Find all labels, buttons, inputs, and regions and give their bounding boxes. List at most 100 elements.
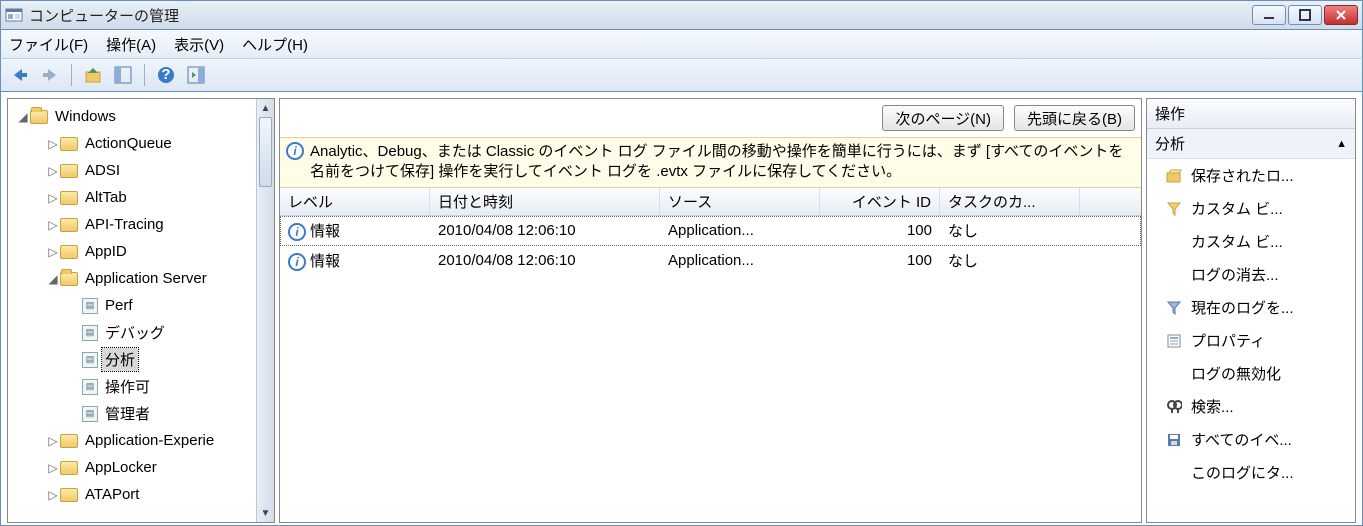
- minimize-button[interactable]: [1252, 5, 1286, 25]
- col-header-eventid[interactable]: イベント ID: [820, 188, 940, 215]
- back-button[interactable]: [7, 62, 33, 88]
- tree-leaf[interactable]: ▤Perf: [8, 292, 256, 319]
- tree-label: 操作可: [102, 375, 153, 398]
- expand-icon[interactable]: ▷: [46, 461, 60, 475]
- tree-label: 分析: [102, 348, 138, 371]
- action-label: ログの無効化: [1191, 363, 1281, 384]
- expand-icon[interactable]: ▷: [46, 245, 60, 259]
- action-label: このログにタ...: [1191, 462, 1294, 483]
- scroll-thumb[interactable]: [259, 117, 272, 187]
- open-icon: [1165, 167, 1183, 185]
- info-text: Analytic、Debug、または Classic のイベント ログ ファイル…: [310, 143, 1123, 180]
- info-bar: i Analytic、Debug、または Classic のイベント ログ ファ…: [280, 137, 1141, 188]
- action-label: 保存されたロ...: [1191, 165, 1294, 186]
- action-item[interactable]: プロパティ: [1147, 324, 1355, 357]
- menu-view[interactable]: 表示(V): [174, 34, 224, 55]
- expand-icon[interactable]: ▷: [46, 488, 60, 502]
- menu-action[interactable]: 操作(A): [106, 34, 156, 55]
- cell-source: Application...: [660, 222, 820, 239]
- col-header-level[interactable]: レベル: [280, 188, 430, 215]
- tree-item[interactable]: ▷ AppLocker: [8, 454, 256, 481]
- expand-icon[interactable]: ▷: [46, 191, 60, 205]
- save-icon: [1165, 431, 1183, 449]
- back-to-top-button[interactable]: 先頭に戻る(B): [1014, 105, 1135, 131]
- tree-leaf[interactable]: ▤管理者: [8, 400, 256, 427]
- collapse-icon[interactable]: ◢: [46, 272, 60, 286]
- folder-icon: [60, 461, 78, 475]
- next-page-button[interactable]: 次のページ(N): [882, 105, 1004, 131]
- expand-icon[interactable]: ▷: [46, 137, 60, 151]
- cell-category: なし: [940, 250, 1080, 271]
- tree-item-windows[interactable]: ◢ Windows: [8, 103, 256, 130]
- action-item[interactable]: すべてのイベ...: [1147, 423, 1355, 456]
- show-hide-actions-button[interactable]: [183, 62, 209, 88]
- tree-item[interactable]: ▷ATAPort: [8, 481, 256, 508]
- tree-item[interactable]: ▷ ADSI: [8, 157, 256, 184]
- toolbar-separator: [144, 64, 145, 86]
- expand-icon[interactable]: ▷: [46, 218, 60, 232]
- scroll-down-icon[interactable]: ▼: [257, 504, 274, 522]
- action-item[interactable]: 現在のログを...: [1147, 291, 1355, 324]
- help-button[interactable]: ?: [153, 62, 179, 88]
- menu-bar: ファイル(F) 操作(A) 表示(V) ヘルプ(H): [0, 30, 1363, 58]
- folder-icon: [60, 488, 78, 502]
- svg-text:?: ?: [161, 66, 170, 83]
- tree-item-application-server[interactable]: ◢ Application Server: [8, 265, 256, 292]
- tree-item[interactable]: ▷ActionQueue: [8, 130, 256, 157]
- tree-item[interactable]: ▷ AppID: [8, 238, 256, 265]
- expand-icon[interactable]: ▷: [46, 434, 60, 448]
- cell-level: i情報: [280, 250, 430, 271]
- tree-leaf[interactable]: ▤デバッグ: [8, 319, 256, 346]
- cell-eventid: 100: [820, 222, 940, 239]
- action-label: 現在のログを...: [1191, 297, 1294, 318]
- menu-file[interactable]: ファイル(F): [9, 34, 88, 55]
- funnel-icon: [1165, 299, 1183, 317]
- action-item[interactable]: このログにタ...: [1147, 456, 1355, 489]
- tree-label: ADSI: [82, 161, 123, 180]
- log-icon: ▤: [82, 298, 98, 314]
- action-item[interactable]: ログの無効化: [1147, 357, 1355, 390]
- forward-button[interactable]: [37, 62, 63, 88]
- col-header-source[interactable]: ソース: [660, 188, 820, 215]
- maximize-button[interactable]: [1288, 5, 1322, 25]
- scroll-up-icon[interactable]: ▲: [257, 99, 274, 117]
- action-item[interactable]: 保存されたロ...: [1147, 159, 1355, 192]
- log-icon: ▤: [82, 325, 98, 341]
- expand-icon[interactable]: ▷: [46, 164, 60, 178]
- tree-label: Application Server: [82, 269, 210, 288]
- close-button[interactable]: [1324, 5, 1358, 25]
- collapse-icon[interactable]: ◢: [16, 110, 30, 124]
- tree-leaf[interactable]: ▤分析: [8, 346, 256, 373]
- tree-panel: ◢ Windows ▷ActionQueue▷ADSI▷AltTab▷API-T…: [7, 98, 275, 523]
- action-item[interactable]: カスタム ビ...: [1147, 225, 1355, 258]
- tree-label: Perf: [102, 296, 136, 315]
- actions-group-header[interactable]: 分析 ▲: [1147, 129, 1355, 159]
- tree-item[interactable]: ▷Application-Experie: [8, 427, 256, 454]
- col-header-category[interactable]: タスクのカ...: [940, 188, 1080, 215]
- action-item[interactable]: ログの消去...: [1147, 258, 1355, 291]
- show-hide-tree-button[interactable]: [110, 62, 136, 88]
- tree-label: 管理者: [102, 402, 153, 425]
- up-button[interactable]: [80, 62, 106, 88]
- action-item[interactable]: 検索...: [1147, 390, 1355, 423]
- info-icon: i: [286, 142, 304, 160]
- tree-item[interactable]: ▷AltTab: [8, 184, 256, 211]
- tree-label: AppLocker: [82, 458, 160, 477]
- toolbar-separator: [71, 64, 72, 86]
- toolbar: ?: [0, 58, 1363, 92]
- grid-row[interactable]: i情報2010/04/08 12:06:10Application...100な…: [280, 216, 1141, 246]
- collapse-icon[interactable]: ▲: [1336, 138, 1347, 150]
- cell-datetime: 2010/04/08 12:06:10: [430, 222, 660, 239]
- menu-help[interactable]: ヘルプ(H): [242, 34, 308, 55]
- col-header-datetime[interactable]: 日付と時刻: [430, 188, 660, 215]
- tree-item[interactable]: ▷API-Tracing: [8, 211, 256, 238]
- tree-label: AppID: [82, 242, 130, 261]
- grid-row[interactable]: i情報2010/04/08 12:06:10Application...100な…: [280, 246, 1141, 276]
- blank-icon: [1165, 266, 1183, 284]
- tree-scrollbar[interactable]: ▲ ▼: [256, 99, 274, 522]
- tree-leaf[interactable]: ▤操作可: [8, 373, 256, 400]
- action-label: プロパティ: [1191, 330, 1265, 351]
- action-item[interactable]: カスタム ビ...: [1147, 192, 1355, 225]
- app-icon: [5, 6, 23, 24]
- tree[interactable]: ◢ Windows ▷ActionQueue▷ADSI▷AltTab▷API-T…: [8, 99, 256, 522]
